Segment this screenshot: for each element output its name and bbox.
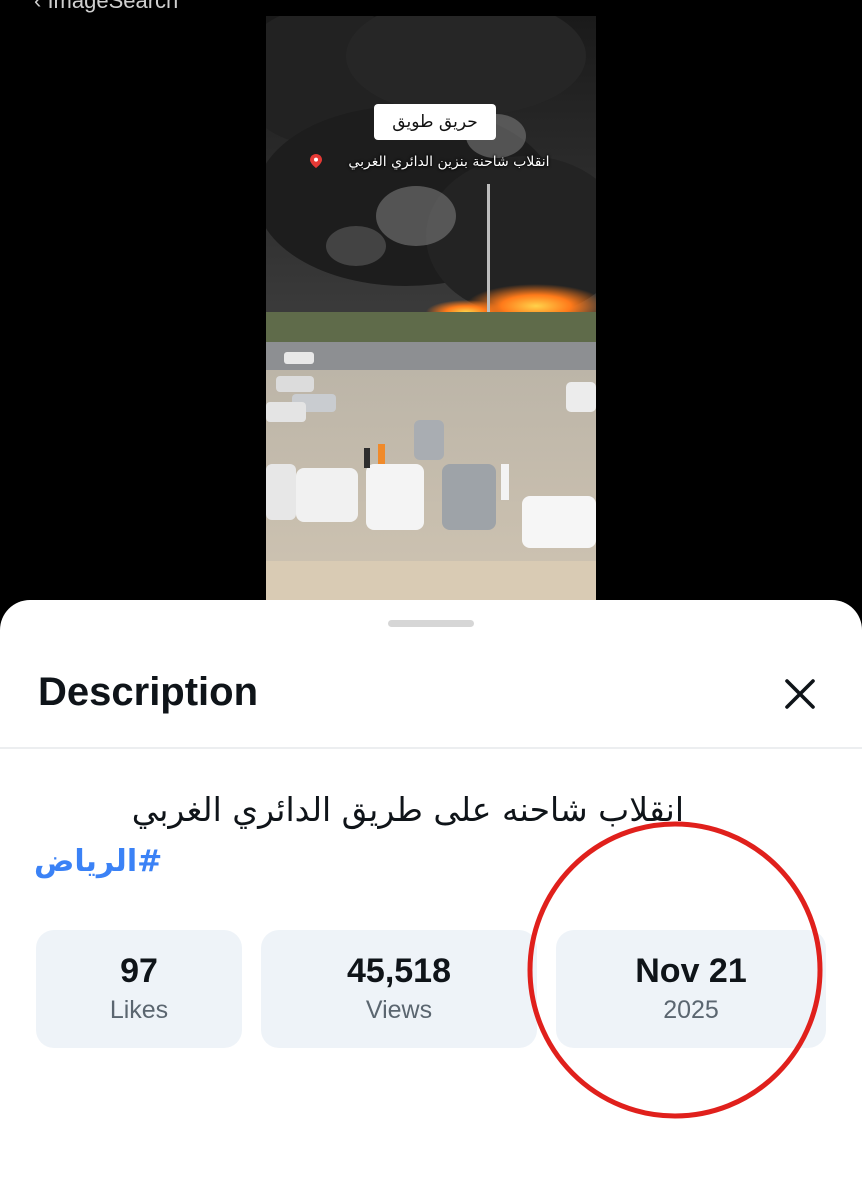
hashtag-link[interactable]: #الرياض — [34, 844, 162, 879]
video-thumbnail[interactable]: حريق طويق انقلاب شاحنة بنزين الدائري الغ… — [266, 16, 596, 606]
post-year: 2025 — [663, 996, 719, 1024]
sheet-drag-handle[interactable] — [388, 620, 474, 627]
post-date: Nov 21 — [635, 952, 747, 990]
sheet-title: Description — [38, 670, 259, 714]
video-caption-subtitle: انقلاب شاحنة بنزين الدائري الغربي — [348, 154, 550, 170]
views-stat-card: 45,518 Views — [261, 930, 537, 1048]
video-caption-title: حريق طويق — [374, 104, 496, 140]
views-count: 45,518 — [347, 952, 451, 990]
close-button[interactable] — [776, 670, 824, 718]
likes-stat-card: 97 Likes — [36, 930, 242, 1048]
close-icon — [785, 679, 815, 709]
sheet-divider — [0, 747, 862, 749]
media-viewer: ‹ ImageSearch حريق طويق انقلاب شاحنة بنز… — [0, 0, 862, 640]
description-bottom-sheet: Description انقلاب شاحنه على طريق الدائر… — [0, 600, 862, 1200]
back-to-image-search-link[interactable]: ‹ ImageSearch — [34, 0, 178, 14]
date-stat-card: Nov 21 2025 — [556, 930, 826, 1048]
likes-count: 97 — [120, 952, 158, 990]
description-text: انقلاب شاحنه على طريق الدائري الغربي — [131, 790, 684, 829]
views-label: Views — [365, 996, 433, 1024]
likes-label: Likes — [109, 996, 169, 1024]
